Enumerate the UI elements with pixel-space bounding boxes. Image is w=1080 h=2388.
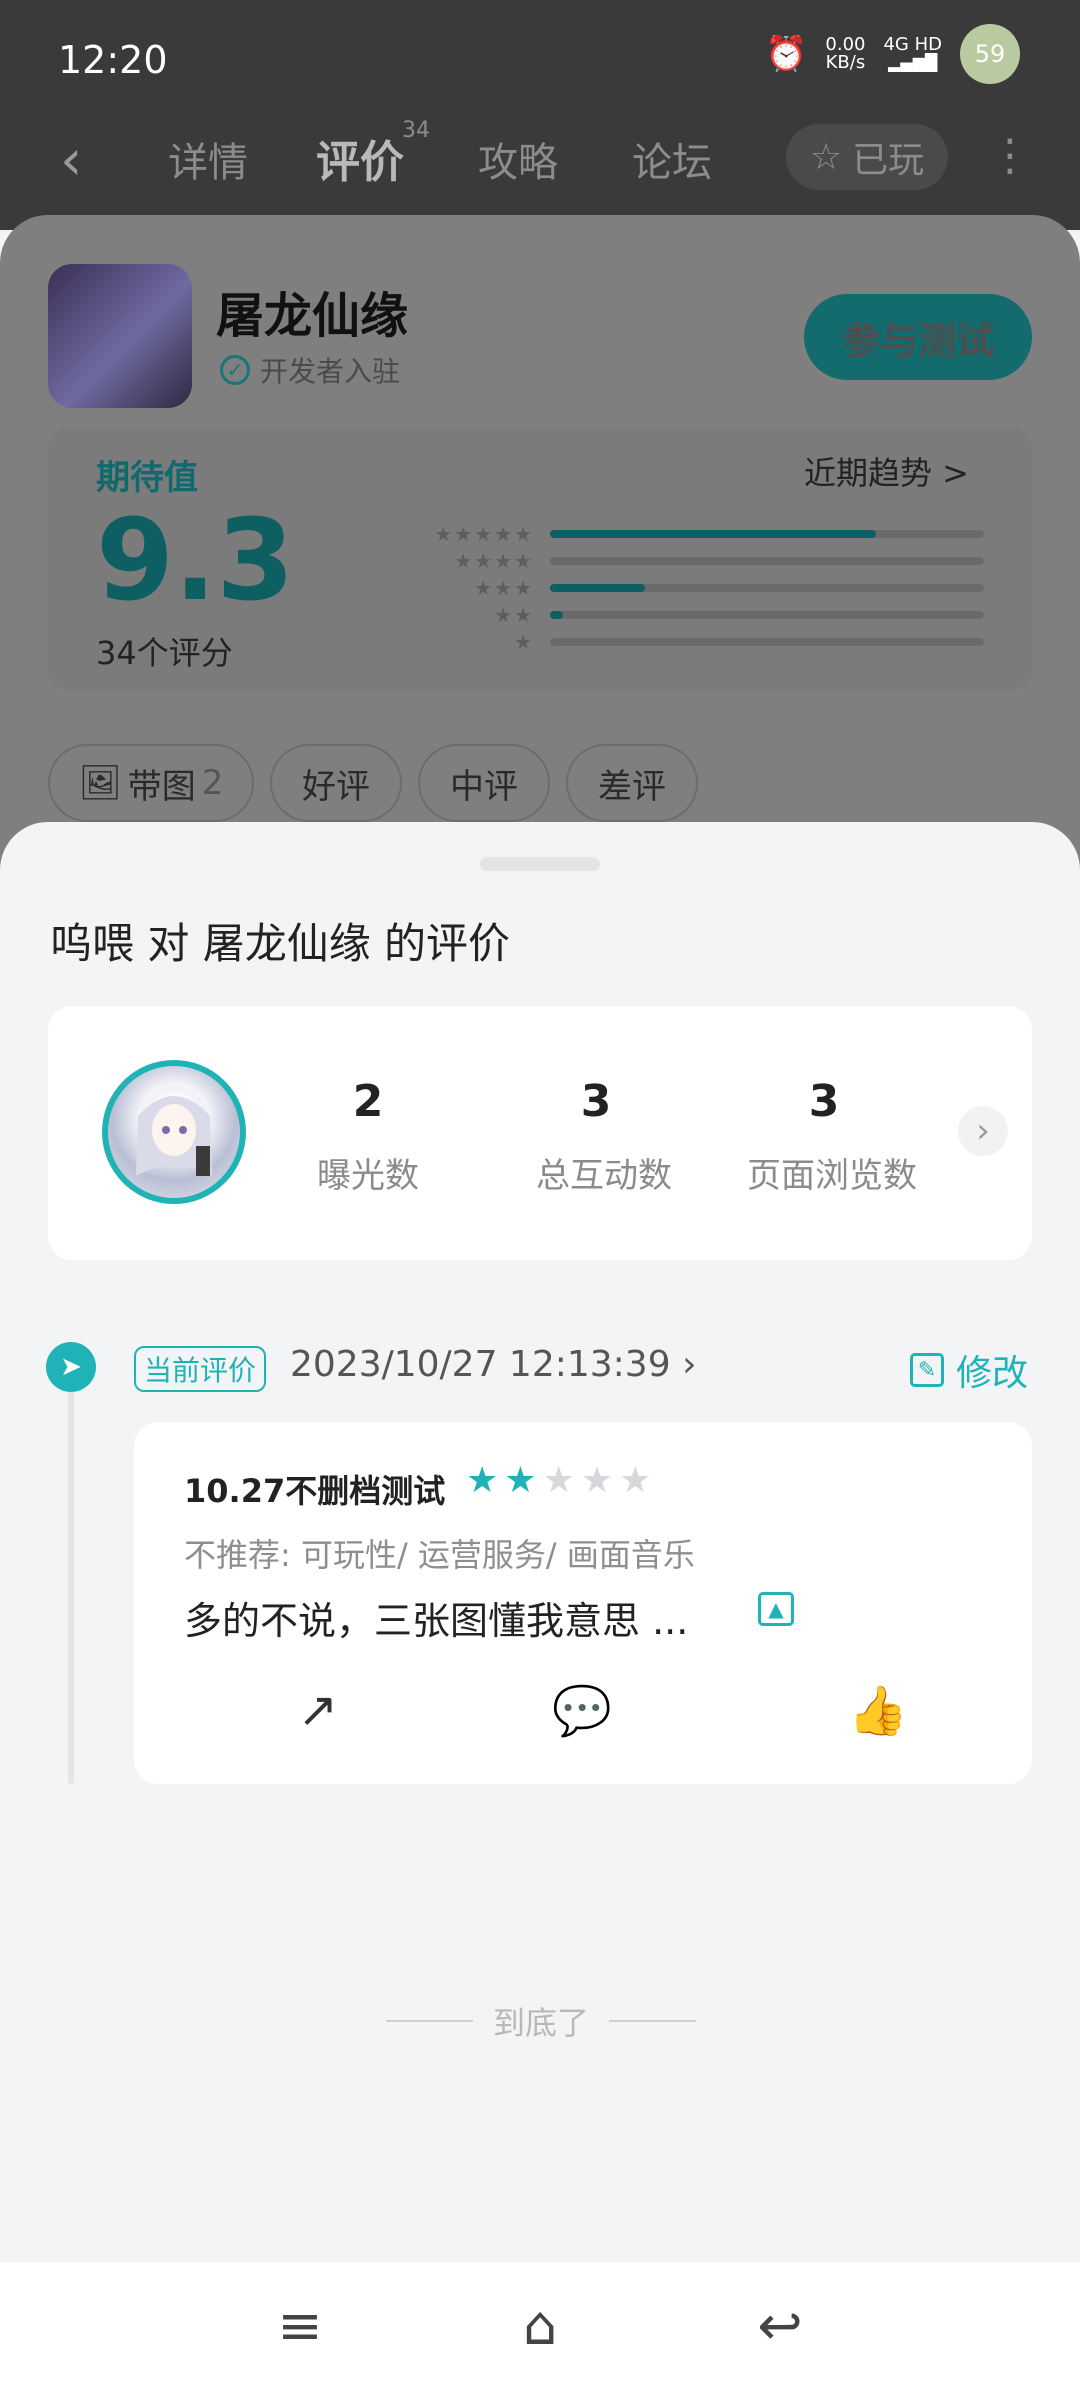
developer-badge: ✓ 开发者入驻 [220, 350, 400, 390]
image-icon: 🖼 [78, 763, 122, 803]
rating-bar-fill [550, 583, 646, 592]
stat-interactions-value: 3 [580, 1076, 612, 1127]
send-icon: ➤ [46, 1342, 96, 1392]
back-icon[interactable]: ↩ [740, 2290, 820, 2360]
image-icon: ▲ [758, 1592, 794, 1626]
stat-exposure-label: 曝光数 [317, 1156, 419, 1196]
stat-exposure-value: 2 [352, 1076, 384, 1127]
star-icon: ★ [466, 1460, 505, 1501]
rating-row-3-star: ★★★ [400, 574, 984, 601]
comment-icon[interactable]: 💬 [552, 1680, 612, 1740]
rating-bar [550, 529, 984, 538]
current-review-tag: 当前评价 [134, 1346, 266, 1392]
tab-details[interactable]: 详情 [168, 130, 248, 188]
edit-icon: ✎ [910, 1353, 944, 1387]
tab-reviews[interactable]: 评价 [316, 126, 404, 190]
star-icon: ★ [542, 1460, 581, 1501]
star-icons: ★★ [494, 602, 534, 627]
chevron-right-icon[interactable]: › [958, 1106, 1008, 1156]
filter-positive[interactable]: 好评 [270, 744, 402, 822]
star-icon: ★ [619, 1460, 658, 1501]
network-indicator: 4G HD ▂▄▆█ [883, 34, 942, 72]
rating-bar [550, 637, 984, 646]
recent-trend-link[interactable]: 近期趋势 > [804, 448, 969, 494]
review-title: 10.27不删档测试 [184, 1472, 446, 1510]
star-icons: ★★★ [474, 575, 534, 600]
stat-pageviews-value: 3 [808, 1076, 840, 1127]
alarm-icon: ⏰ [765, 34, 808, 74]
rating-row-4-star: ★★★★ [400, 547, 984, 574]
check-icon: ✓ [220, 355, 250, 385]
edit-button[interactable]: ✎ 修改 [910, 1344, 1028, 1396]
end-of-list: 到底了 [386, 1998, 697, 2044]
review-rating-stars: ★★★★★ [466, 1460, 657, 1501]
menu-icon[interactable]: ≡ [260, 2290, 340, 2360]
more-vertical-icon[interactable]: ⋮ [988, 130, 1032, 181]
tab-guides[interactable]: 攻略 [478, 130, 558, 188]
expectation-label: 期待值 [96, 458, 198, 498]
rating-bar [550, 583, 984, 592]
rating-count: 34个评分 [96, 634, 233, 672]
rating-row-5-star: ★★★★★ [400, 520, 984, 547]
rating-distribution: ★★★★★ ★★★★ ★★★ ★★ ★ [400, 520, 984, 655]
review-timestamp[interactable]: 2023/10/27 12:13:39 › [290, 1344, 696, 1385]
stat-pageviews-label: 页面浏览数 [747, 1156, 917, 1196]
tab-reviews-count: 34 [402, 118, 430, 143]
avatar [102, 1060, 246, 1204]
net-speed: 0.00 KB/s [825, 34, 866, 73]
filter-negative[interactable]: 差评 [566, 744, 698, 822]
rating-bar [550, 610, 984, 619]
signal-icon: ▂▄▆█ [888, 53, 938, 72]
share-icon[interactable]: ↗ [288, 1680, 348, 1740]
rating-bar-fill [550, 610, 564, 619]
played-button[interactable]: ☆ 已玩 [786, 124, 948, 190]
tab-forum[interactable]: 论坛 [632, 130, 712, 188]
filter-neutral[interactable]: 中评 [418, 744, 550, 822]
star-outline-icon: ☆ [809, 136, 843, 178]
rating-bar-fill [550, 529, 876, 538]
rating-row-2-star: ★★ [400, 601, 984, 628]
star-icon: ★ [504, 1460, 543, 1501]
join-test-button[interactable]: 参与测试 [804, 294, 1032, 380]
status-icons: ⏰ 0.00 KB/s 4G HD ▂▄▆█ 59 [765, 24, 1020, 84]
timeline-line [68, 1378, 74, 1784]
rating-row-1-star: ★ [400, 628, 984, 655]
star-icons: ★★★★ [454, 548, 534, 573]
status-time: 12:20 [58, 38, 168, 82]
thumbs-up-icon[interactable]: 👍 [848, 1680, 908, 1740]
sheet-title: 呜喂 对 屠龙仙缘 的评价 [50, 919, 511, 968]
battery-icon: 59 [960, 24, 1020, 84]
app-icon [48, 264, 192, 408]
star-icons: ★ [514, 629, 534, 654]
star-icon: ★ [580, 1460, 620, 1501]
review-tags: 不推荐: 可玩性/ 运营服务/ 画面音乐 [184, 1536, 695, 1574]
review-body: 多的不说，三张图懂我意思 ... [184, 1599, 689, 1643]
filter-with-images[interactable]: 🖼 带图 2 [48, 744, 254, 822]
home-icon[interactable]: ⌂ [500, 2290, 580, 2360]
sheet-drag-handle[interactable] [480, 857, 600, 871]
star-icons: ★★★★★ [434, 521, 534, 546]
expectation-score: 9.3 [96, 496, 295, 626]
rating-bar [550, 556, 984, 565]
stat-interactions-label: 总互动数 [536, 1156, 672, 1196]
app-name: 屠龙仙缘 [216, 288, 409, 344]
back-arrow-icon[interactable]: ‹ [60, 128, 82, 193]
